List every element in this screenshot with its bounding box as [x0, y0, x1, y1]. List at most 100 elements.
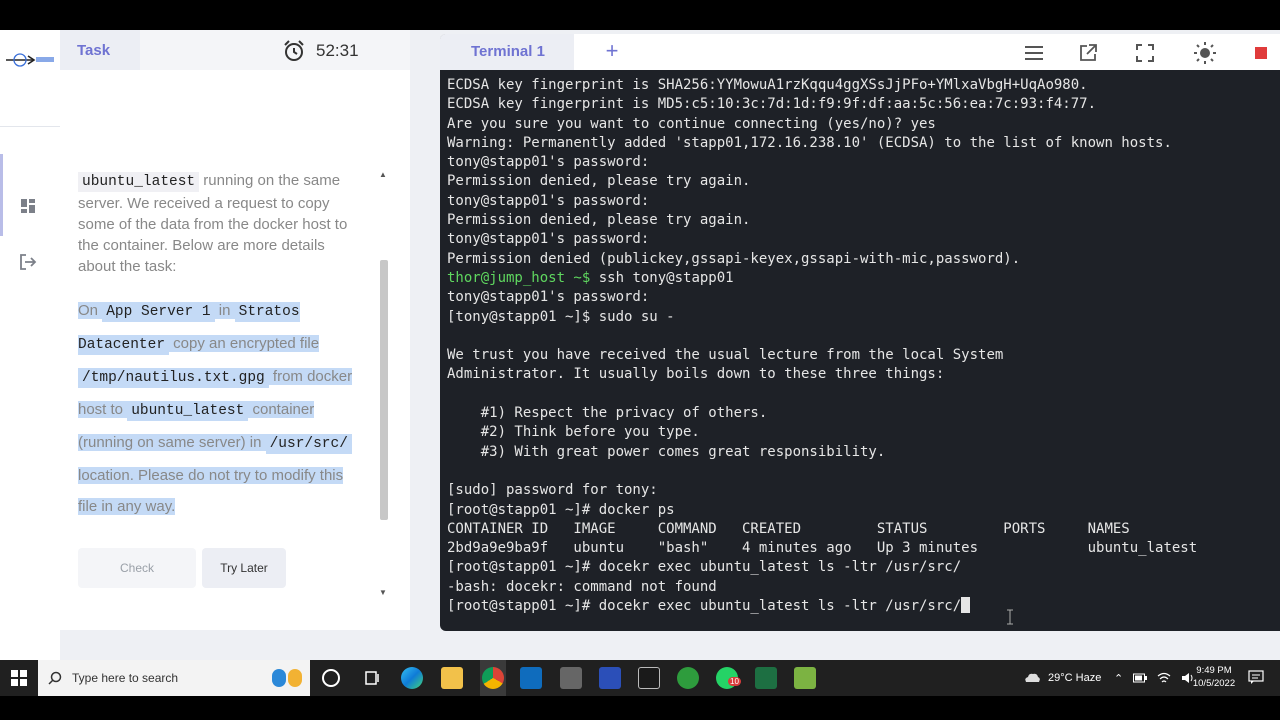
- whatsapp-icon[interactable]: 10: [716, 667, 741, 689]
- terminal-panel: Terminal 1 + ECDSA key fingerprint is SH…: [440, 34, 1280, 631]
- terminal-app-icon[interactable]: [638, 667, 660, 689]
- app-icon-gray[interactable]: [560, 667, 582, 689]
- terminal-line: 2bd9a9e9ba9f ubuntu "bash" 4 minutes ago…: [447, 540, 1198, 557]
- terminal-prompt: thor@jump_host ~$: [447, 269, 591, 286]
- terminal-line: #2) Think before you type.: [447, 424, 700, 441]
- alarm-clock-icon: [284, 40, 304, 61]
- brightness-icon[interactable]: [1192, 40, 1218, 66]
- scroll-down-arrow-icon[interactable]: ▼: [379, 588, 387, 597]
- task-view-icon[interactable]: [361, 667, 383, 689]
- terminal-line: tony@stapp01's password:: [447, 192, 650, 209]
- text-cursor-icon: [1007, 609, 1013, 625]
- menu-icon[interactable]: [1021, 40, 1047, 66]
- inline-code: /tmp/nautilus.txt.gpg: [78, 368, 269, 388]
- terminal-line: tony@stapp01's password:: [447, 289, 650, 306]
- check-button[interactable]: Check: [78, 548, 196, 588]
- terminal-line: [root@stapp01 ~]# docekr exec ubuntu_lat…: [447, 559, 962, 576]
- external-link-icon[interactable]: [1075, 40, 1101, 66]
- chrome-icon[interactable]: [482, 667, 504, 689]
- search-icon: [48, 671, 62, 685]
- wifi-icon[interactable]: [1157, 672, 1171, 684]
- whatsapp-badge: 10: [728, 677, 741, 686]
- outlook-icon[interactable]: [520, 667, 542, 689]
- terminal-line: Administrator. It usually boils down to …: [447, 366, 945, 383]
- inline-code: App Server 1: [102, 302, 215, 322]
- edge-browser-icon[interactable]: [401, 667, 423, 689]
- terminal-line: tony@stapp01's password:: [447, 231, 650, 248]
- clock-date: 10/5/2022: [1192, 678, 1236, 689]
- inline-code: ubuntu_latest: [127, 401, 249, 421]
- task-intro: ubuntu_latest running on the same server…: [78, 170, 358, 277]
- description-text: copy an encrypted file: [169, 335, 320, 352]
- battery-icon[interactable]: [1133, 673, 1148, 683]
- terminal-line: [root@stapp01 ~]# docker ps: [447, 501, 675, 518]
- task-panel: Task 52:31 ubuntu_latest running on the …: [60, 30, 410, 630]
- fullscreen-icon[interactable]: [1132, 40, 1158, 66]
- terminal-command: ssh tony@stapp01: [590, 269, 734, 286]
- windows-taskbar: Type here to search 10 29°C Haze ⌃ 9:49 …: [0, 660, 1280, 696]
- timer: 52:31: [282, 38, 359, 64]
- chevron-up-icon[interactable]: ⌃: [1114, 672, 1123, 685]
- description-text: location. Please do not try to modify th…: [78, 467, 344, 515]
- tab-terminal-1[interactable]: Terminal 1: [440, 34, 574, 70]
- terminal-line: Warning: Permanently added 'stapp01,172.…: [447, 134, 1172, 151]
- add-terminal-button[interactable]: +: [600, 40, 624, 64]
- taskbar-clock[interactable]: 9:49 PM 10/5/2022: [1188, 664, 1240, 690]
- terminal-line: -bash: docekr: command not found: [447, 578, 717, 595]
- exit-icon[interactable]: [16, 250, 40, 274]
- notepad-icon[interactable]: [794, 667, 816, 689]
- terminal-line: thor@jump_host ~$ ssh tony@stapp01: [447, 269, 1277, 288]
- terminal-line: We trust you have received the usual lec…: [447, 347, 1004, 364]
- lab-app: Task 52:31 ubuntu_latest running on the …: [0, 30, 1280, 660]
- windows-logo-icon: [11, 670, 27, 686]
- terminal-line: Are you sure you want to continue connec…: [447, 115, 936, 132]
- notifications-icon[interactable]: [1248, 669, 1264, 685]
- file-explorer-icon[interactable]: [441, 667, 463, 689]
- bottom-black-bar: [0, 696, 1280, 720]
- clock-time: 9:49 PM: [1196, 665, 1232, 676]
- terminal-line: ECDSA key fingerprint is SHA256:YYMowuA1…: [447, 77, 1088, 93]
- terminal-line: #1) Respect the privacy of others.: [447, 405, 768, 422]
- terminal-line: CONTAINER ID IMAGE COMMAND CREATED STATU…: [447, 520, 1130, 537]
- taskbar-search-box[interactable]: Type here to search: [38, 660, 310, 696]
- terminal-line: Permission denied (publickey,gssapi-keye…: [447, 250, 1021, 267]
- kodekloud-logo[interactable]: [4, 50, 56, 70]
- description-text: in: [214, 302, 235, 319]
- app-icon-blue[interactable]: [599, 667, 621, 689]
- terminal-line: Permission denied, please try again.: [447, 212, 751, 229]
- rail-active-indicator: [0, 154, 3, 236]
- inline-code: /usr/src/: [265, 434, 352, 454]
- cortana-icon[interactable]: [322, 669, 340, 687]
- terminal-line: [sudo] password for tony:: [447, 482, 658, 499]
- terminal-line: [root@stapp01 ~]# docekr exec ubuntu_lat…: [447, 597, 1277, 616]
- terminal-line: ECDSA key fingerprint is MD5:c5:10:3c:7d…: [447, 96, 1097, 113]
- scroll-up-arrow-icon[interactable]: ▲: [379, 170, 387, 179]
- utorrent-icon[interactable]: [677, 667, 699, 689]
- description-text: On: [78, 302, 103, 319]
- search-placeholder: Type here to search: [72, 671, 179, 685]
- windows-start-button[interactable]: [0, 660, 38, 696]
- task-header: Task 52:31: [60, 30, 410, 70]
- scroll-thumb[interactable]: [380, 260, 388, 520]
- left-rail: [0, 30, 60, 660]
- task-description: ubuntu_latest running on the same server…: [78, 170, 358, 522]
- weather-text: 29°C Haze: [1048, 672, 1102, 684]
- terminal-line: #3) With great power comes great respons…: [447, 443, 886, 460]
- weather-widget[interactable]: 29°C Haze: [1022, 660, 1101, 696]
- terminal-header: Terminal 1 +: [440, 34, 1280, 70]
- stop-icon[interactable]: [1248, 40, 1274, 66]
- task-details: On App Server 1 in Stratos Datacenter co…: [78, 295, 358, 522]
- task-scrollbar[interactable]: ▲ ▼: [378, 170, 390, 600]
- tab-task[interactable]: Task: [60, 30, 140, 70]
- terminal-output[interactable]: ECDSA key fingerprint is SHA256:YYMowuA1…: [447, 76, 1277, 616]
- excel-icon[interactable]: [755, 667, 777, 689]
- terminal-cursor: [961, 597, 971, 614]
- dashboard-icon[interactable]: [16, 194, 40, 218]
- weather-haze-icon: [1025, 673, 1040, 682]
- rail-divider: [0, 126, 60, 127]
- try-later-button[interactable]: Try Later: [202, 548, 286, 588]
- terminal-line: Permission denied, please try again.: [447, 173, 751, 190]
- search-highlights-icon: [272, 669, 302, 687]
